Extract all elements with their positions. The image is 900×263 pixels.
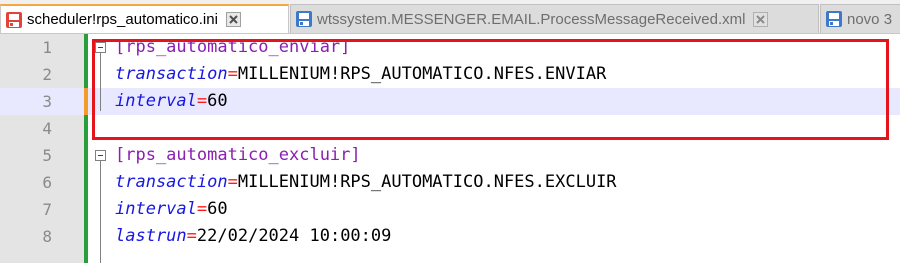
code-line[interactable]: 5 [rps_automatico_excluir] [0, 142, 900, 169]
code-line[interactable]: 7 interval=60 [0, 196, 900, 223]
code-text: interval=60 [115, 196, 228, 223]
document-saved-icon [296, 11, 312, 27]
unsaved-change-bar [84, 88, 88, 115]
line-number: 3 [42, 92, 52, 111]
ini-key: lastrun [115, 226, 187, 246]
code-line[interactable]: 6 transaction=MILLENIUM!RPS_AUTOMATICO.N… [0, 169, 900, 196]
line-number: 2 [42, 65, 52, 84]
ini-operator: = [227, 172, 238, 192]
tab-scheduler-rps-automatico[interactable]: scheduler!rps_automatico.ini [0, 4, 289, 33]
ini-value: 60 [207, 199, 228, 219]
document-modified-icon [6, 11, 22, 28]
line-number: 1 [42, 38, 52, 57]
tab-bar: scheduler!rps_automatico.ini wtssystem.M… [0, 0, 900, 34]
line-number: 4 [42, 119, 52, 138]
code-text: transaction=MILLENIUM!RPS_AUTOMATICO.NFE… [115, 169, 617, 196]
code-text: lastrun=22/02/2024 10:00:09 [115, 223, 391, 250]
tab-label: wtssystem.MESSENGER.EMAIL.ProcessMessage… [317, 10, 746, 28]
tab-label: novo 3 [847, 10, 893, 28]
tab-novo-3[interactable]: novo 3 [820, 4, 900, 33]
ini-operator: = [196, 199, 208, 219]
line-number: 8 [42, 227, 52, 246]
close-icon[interactable] [225, 12, 241, 27]
ini-operator: = [186, 226, 197, 246]
fold-toggle-icon[interactable] [95, 150, 106, 161]
saved-change-bar [84, 34, 88, 263]
ini-key: transaction [115, 172, 228, 192]
highlight-box [92, 39, 889, 140]
ini-key: interval [115, 199, 197, 219]
code-line[interactable]: 8 lastrun=22/02/2024 10:00:09 [0, 223, 900, 250]
fold-guide-line [100, 161, 101, 263]
document-saved-icon [826, 11, 842, 27]
section-header: [rps_automatico_excluir] [115, 145, 361, 165]
ini-value: MILLENIUM!RPS_AUTOMATICO.NFES.EXCLUIR [237, 172, 617, 192]
code-text: [rps_automatico_excluir] [115, 142, 361, 169]
line-number: 5 [42, 146, 52, 165]
line-number: 6 [42, 173, 52, 192]
tab-wtssystem-messenger-email[interactable]: wtssystem.MESSENGER.EMAIL.ProcessMessage… [290, 4, 819, 33]
line-number: 7 [42, 200, 52, 219]
ini-value: 22/02/2024 10:00:09 [196, 226, 392, 246]
close-icon[interactable] [753, 11, 769, 27]
tab-label: scheduler!rps_automatico.ini [27, 11, 218, 28]
